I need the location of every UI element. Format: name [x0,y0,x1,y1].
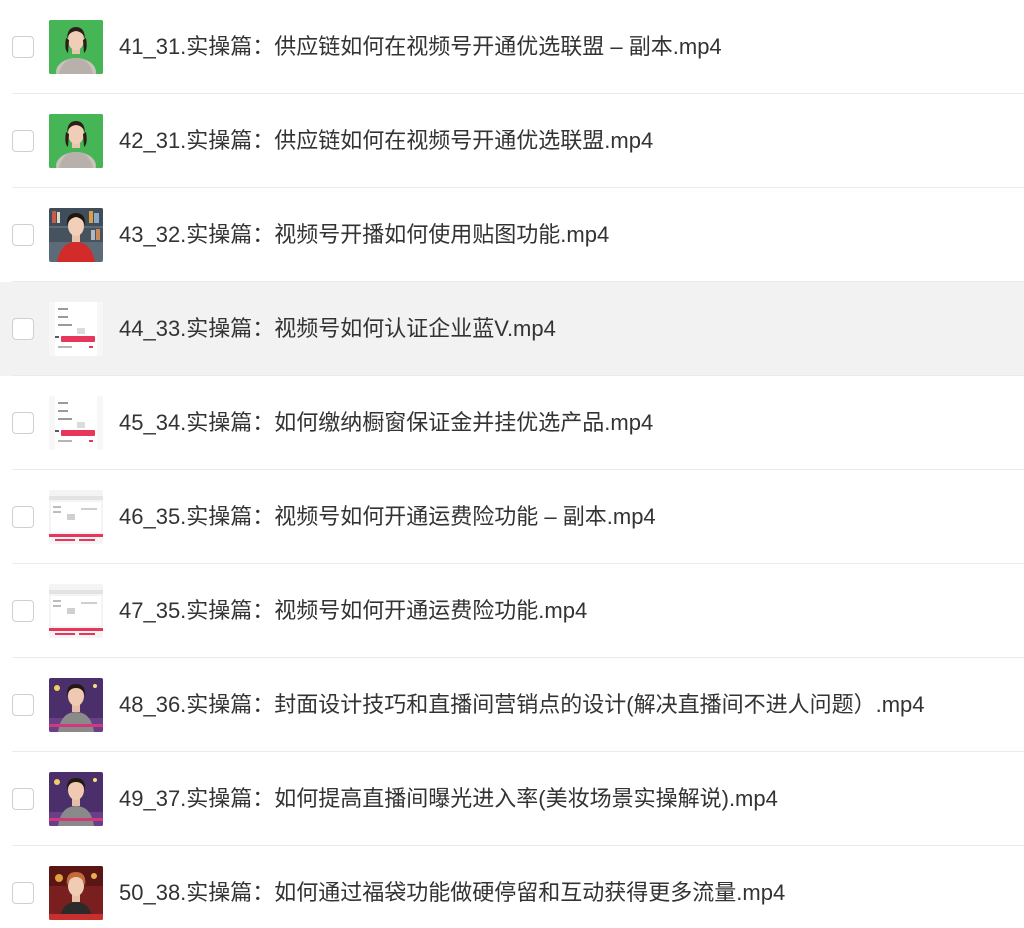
file-list: 41_31.实操篇：供应链如何在视频号开通优选联盟 – 副本.mp4 42_31… [0,0,1024,928]
row-checkbox[interactable] [12,318,34,340]
video-thumbnail[interactable] [49,20,103,74]
file-name[interactable]: 43_32.实操篇：视频号开播如何使用贴图功能.mp4 [119,218,609,252]
row-checkbox[interactable] [12,36,34,58]
row-checkbox[interactable] [12,600,34,622]
video-thumbnail[interactable] [49,678,103,732]
video-thumbnail[interactable] [49,490,103,544]
screen-thumbnail-image [49,302,103,356]
video-thumbnail[interactable] [49,302,103,356]
presenter-thumbnail-image [49,114,103,168]
video-thumbnail[interactable] [49,866,103,920]
file-row-hovered[interactable]: 44_33.实操篇：视频号如何认证企业蓝V.mp4 [0,282,1024,376]
video-thumbnail[interactable] [49,114,103,168]
presenter-thumbnail-image [49,20,103,74]
video-thumbnail[interactable] [49,772,103,826]
file-row[interactable]: 49_37.实操篇：如何提高直播间曝光进入率(美妆场景实操解说).mp4 [0,752,1024,846]
file-row[interactable]: 42_31.实操篇：供应链如何在视频号开通优选联盟.mp4 [0,94,1024,188]
presenter-thumbnail-image [49,866,103,920]
file-name[interactable]: 45_34.实操篇：如何缴纳橱窗保证金并挂优选产品.mp4 [119,406,653,440]
row-checkbox[interactable] [12,788,34,810]
row-checkbox[interactable] [12,882,34,904]
presenter-thumbnail-image [49,772,103,826]
screen-thumbnail-image [49,490,103,544]
file-name[interactable]: 50_38.实操篇：如何通过福袋功能做硬停留和互动获得更多流量.mp4 [119,876,785,910]
presenter-thumbnail-image [49,678,103,732]
file-row[interactable]: 43_32.实操篇：视频号开播如何使用贴图功能.mp4 [0,188,1024,282]
screen-thumbnail-image [49,396,103,450]
file-row[interactable]: 46_35.实操篇：视频号如何开通运费险功能 – 副本.mp4 [0,470,1024,564]
row-checkbox[interactable] [12,130,34,152]
video-thumbnail[interactable] [49,208,103,262]
file-row[interactable]: 45_34.实操篇：如何缴纳橱窗保证金并挂优选产品.mp4 [0,376,1024,470]
file-row[interactable]: 47_35.实操篇：视频号如何开通运费险功能.mp4 [0,564,1024,658]
file-name[interactable]: 42_31.实操篇：供应链如何在视频号开通优选联盟.mp4 [119,124,653,158]
file-name[interactable]: 49_37.实操篇：如何提高直播间曝光进入率(美妆场景实操解说).mp4 [119,782,778,816]
file-name[interactable]: 48_36.实操篇：封面设计技巧和直播间营销点的设计(解决直播间不进人问题）.m… [119,688,925,722]
row-checkbox[interactable] [12,694,34,716]
file-name[interactable]: 41_31.实操篇：供应链如何在视频号开通优选联盟 – 副本.mp4 [119,30,722,64]
file-row[interactable]: 48_36.实操篇：封面设计技巧和直播间营销点的设计(解决直播间不进人问题）.m… [0,658,1024,752]
video-thumbnail[interactable] [49,584,103,638]
video-thumbnail[interactable] [49,396,103,450]
file-name[interactable]: 46_35.实操篇：视频号如何开通运费险功能 – 副本.mp4 [119,500,656,534]
file-row[interactable]: 41_31.实操篇：供应链如何在视频号开通优选联盟 – 副本.mp4 [0,0,1024,94]
file-row[interactable]: 50_38.实操篇：如何通过福袋功能做硬停留和互动获得更多流量.mp4 [0,846,1024,928]
row-checkbox[interactable] [12,506,34,528]
presenter-thumbnail-image [49,208,103,262]
screen-thumbnail-image [49,584,103,638]
row-checkbox[interactable] [12,224,34,246]
file-name[interactable]: 44_33.实操篇：视频号如何认证企业蓝V.mp4 [119,312,556,346]
row-checkbox[interactable] [12,412,34,434]
file-name[interactable]: 47_35.实操篇：视频号如何开通运费险功能.mp4 [119,594,587,628]
